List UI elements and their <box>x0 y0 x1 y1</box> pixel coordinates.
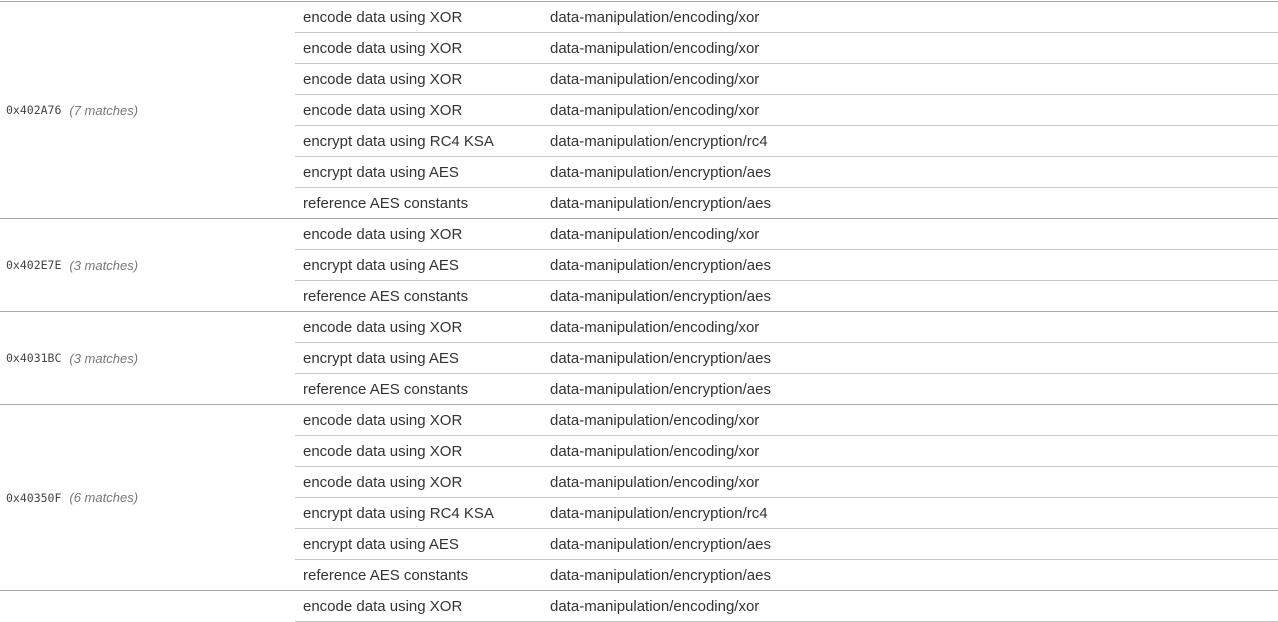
match-row: encode data using XOR data-manipulation/e… <box>295 33 1278 64</box>
address-label: 0x40350F <box>6 490 62 505</box>
address-cell: 0x4031BC (3 matches) <box>0 312 295 404</box>
match-count: (6 matches) <box>69 490 139 505</box>
rule-namespace: data-manipulation/encoding/xor <box>550 411 760 429</box>
rule-name: reference AES constants <box>303 380 469 398</box>
capability-matches-table: 0x402A76 (7 matches) encode data using XOR… <box>0 1 1278 622</box>
rule-namespace: data-manipulation/encryption/aes <box>550 380 771 398</box>
match-rows: encode data using XOR data-manipulation/e… <box>295 2 1278 218</box>
match-row: encrypt data using RC4 KSA data-manipulat… <box>295 498 1278 529</box>
match-rows: encode data using XOR data-manipulation/e… <box>295 219 1278 311</box>
address-label: 0x402A76 <box>6 103 62 117</box>
rule-namespace: data-manipulation/encryption/rc4 <box>550 504 768 522</box>
match-row: encode data using XOR data-manipulation/e… <box>295 312 1278 343</box>
match-row: encode data using XOR data-manipulation/e… <box>295 2 1278 33</box>
match-row: encode data using XOR data-manipulation/e… <box>295 591 1278 622</box>
address-group: encode data using XOR data-manipulation/e… <box>0 591 1278 622</box>
rule-name: reference AES constants <box>303 287 469 305</box>
rule-namespace: data-manipulation/encryption/aes <box>550 566 771 584</box>
rule-name: encrypt data using AES <box>303 535 459 553</box>
rule-namespace: data-manipulation/encoding/xor <box>550 39 760 57</box>
rule-namespace: data-manipulation/encryption/aes <box>550 535 771 553</box>
match-count: (3 matches) <box>69 257 139 273</box>
match-row: encrypt data using AES data-manipulation/… <box>295 250 1278 281</box>
match-row: encode data using XOR data-manipulation/e… <box>295 95 1278 126</box>
rule-namespace: data-manipulation/encoding/xor <box>550 442 760 460</box>
match-row: reference AES constants data-manipulation… <box>295 281 1278 311</box>
match-row: encode data using XOR data-manipulation/e… <box>295 467 1278 498</box>
rule-namespace: data-manipulation/encryption/aes <box>550 349 771 367</box>
rule-name: encrypt data using AES <box>303 163 459 181</box>
address-cell: 0x402E7E (3 matches) <box>0 219 295 311</box>
match-row: reference AES constants data-manipulation… <box>295 560 1278 590</box>
match-rows: encode data using XOR data-manipulation/e… <box>295 591 1278 622</box>
rule-name: encode data using XOR <box>303 8 463 26</box>
rule-namespace: data-manipulation/encoding/xor <box>550 8 760 26</box>
match-row: reference AES constants data-manipulation… <box>295 188 1278 218</box>
rule-namespace: data-manipulation/encoding/xor <box>550 225 760 243</box>
rule-namespace: data-manipulation/encoding/xor <box>550 473 760 491</box>
rule-namespace: data-manipulation/encryption/rc4 <box>550 132 768 150</box>
match-row: reference AES constants data-manipulation… <box>295 374 1278 404</box>
rule-namespace: data-manipulation/encoding/xor <box>550 70 760 88</box>
match-row: encode data using XOR data-manipulation/e… <box>295 436 1278 467</box>
rule-name: encrypt data using AES <box>303 349 459 367</box>
rule-name: reference AES constants <box>303 566 469 584</box>
match-row: encode data using XOR data-manipulation/e… <box>295 64 1278 95</box>
rule-name: encrypt data using RC4 KSA <box>303 132 494 150</box>
rule-namespace: data-manipulation/encoding/xor <box>550 101 760 119</box>
match-row: encrypt data using AES data-manipulation/… <box>295 343 1278 374</box>
rule-namespace: data-manipulation/encryption/aes <box>550 287 771 305</box>
match-row: encrypt data using AES data-manipulation/… <box>295 157 1278 188</box>
rule-name: encode data using XOR <box>303 39 463 57</box>
rule-namespace: data-manipulation/encryption/aes <box>550 163 771 181</box>
rule-name: encode data using XOR <box>303 411 463 429</box>
rule-name: encrypt data using RC4 KSA <box>303 504 494 522</box>
address-group: 0x40350F (6 matches) encode data using XOR… <box>0 405 1278 591</box>
rule-name: encode data using XOR <box>303 318 463 336</box>
rule-name: encode data using XOR <box>303 101 463 119</box>
rule-name: encode data using XOR <box>303 597 463 615</box>
rule-name: reference AES constants <box>303 194 469 212</box>
match-row: encrypt data using AES data-manipulation/… <box>295 529 1278 560</box>
match-row: encrypt data using RC4 KSA data-manipulat… <box>295 126 1278 157</box>
rule-namespace: data-manipulation/encoding/xor <box>550 318 760 336</box>
address-label: 0x402E7E <box>6 258 62 272</box>
address-cell <box>0 591 295 622</box>
rule-name: encrypt data using AES <box>303 256 459 274</box>
address-group: 0x402E7E (3 matches) encode data using XOR… <box>0 219 1278 312</box>
match-row: encode data using XOR data-manipulation/e… <box>295 219 1278 250</box>
rule-name: encode data using XOR <box>303 225 463 243</box>
address-cell: 0x402A76 (7 matches) <box>0 2 295 218</box>
rule-namespace: data-manipulation/encoding/xor <box>550 597 760 615</box>
rule-name: encode data using XOR <box>303 70 463 88</box>
address-group: 0x402A76 (7 matches) encode data using XOR… <box>0 2 1278 219</box>
rule-namespace: data-manipulation/encryption/aes <box>550 194 771 212</box>
rule-name: encode data using XOR <box>303 473 463 491</box>
rule-name: encode data using XOR <box>303 442 463 460</box>
match-count: (7 matches) <box>69 102 139 118</box>
address-group: 0x4031BC (3 matches) encode data using XOR… <box>0 312 1278 405</box>
match-row: encode data using XOR data-manipulation/e… <box>295 405 1278 436</box>
address-cell: 0x40350F (6 matches) <box>0 405 295 590</box>
match-rows: encode data using XOR data-manipulation/e… <box>295 405 1278 590</box>
address-label: 0x4031BC <box>6 351 62 365</box>
match-rows: encode data using XOR data-manipulation/e… <box>295 312 1278 404</box>
rule-namespace: data-manipulation/encryption/aes <box>550 256 771 274</box>
match-count: (3 matches) <box>69 350 139 366</box>
